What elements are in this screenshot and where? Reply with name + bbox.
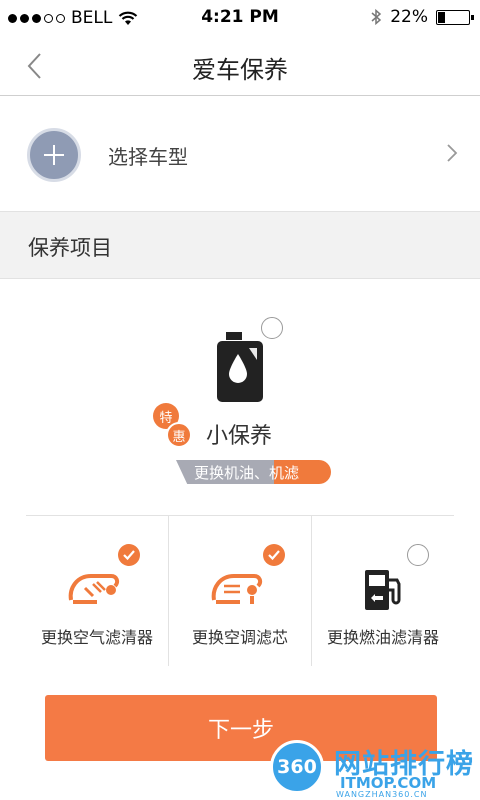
sub-item-fuel-filter[interactable]: 更换燃油滤清器	[311, 516, 454, 666]
selected-check-icon[interactable]	[263, 544, 285, 566]
discount-badge: 惠	[166, 422, 192, 448]
sub-item-label: 更换燃油滤清器	[326, 628, 439, 647]
sub-item-air-filter[interactable]: 更换空气滤清器	[26, 516, 168, 666]
selected-check-icon[interactable]	[118, 544, 140, 566]
chevron-right-icon	[447, 144, 458, 162]
package-name: 小保养	[206, 424, 273, 449]
add-car-button[interactable]	[27, 128, 81, 182]
watermark-logo: 360	[270, 740, 324, 794]
main-package-card[interactable]: 特 惠 小保养 更换机油、机滤	[0, 300, 480, 500]
ribbon-text-left: 更换机油、	[194, 464, 270, 482]
bluetooth-icon	[371, 8, 382, 26]
page-title: 爱车保养	[192, 56, 288, 84]
ribbon-text-right: 机滤	[269, 464, 300, 482]
main-package-radio[interactable]	[261, 317, 283, 339]
plus-icon	[44, 145, 64, 165]
status-bar: BELL 4:21 PM 22%	[0, 0, 480, 36]
air-filter-icon	[68, 574, 120, 604]
sub-item-label: 更换空调滤芯	[191, 628, 288, 647]
section-header: 保养项目	[0, 211, 480, 279]
section-title: 保养项目	[28, 236, 112, 260]
watermark-subdomain: WANGZHAN360.CN	[336, 790, 428, 799]
ac-filter-icon	[211, 574, 263, 604]
unselected-radio[interactable]	[407, 544, 429, 566]
battery-icon	[436, 9, 474, 25]
select-car-model-row[interactable]: 选择车型	[0, 97, 480, 211]
watermark: 360 网站排行榜 ITMOP.COM WANGZHAN360.CN	[270, 740, 480, 800]
select-car-model-label: 选择车型	[108, 145, 188, 169]
oil-bottle-icon	[217, 332, 263, 402]
sub-item-label: 更换空气滤清器	[40, 628, 153, 647]
sub-items-grid: 更换空气滤清器 更换空调滤芯 更换燃油滤清器	[26, 515, 454, 666]
fuel-pump-icon	[365, 570, 401, 610]
package-ribbon: 更换机油、机滤	[176, 460, 331, 484]
sub-item-ac-filter[interactable]: 更换空调滤芯	[168, 516, 311, 666]
nav-bar: 爱车保养	[0, 36, 480, 96]
battery-percent: 22%	[390, 7, 428, 27]
